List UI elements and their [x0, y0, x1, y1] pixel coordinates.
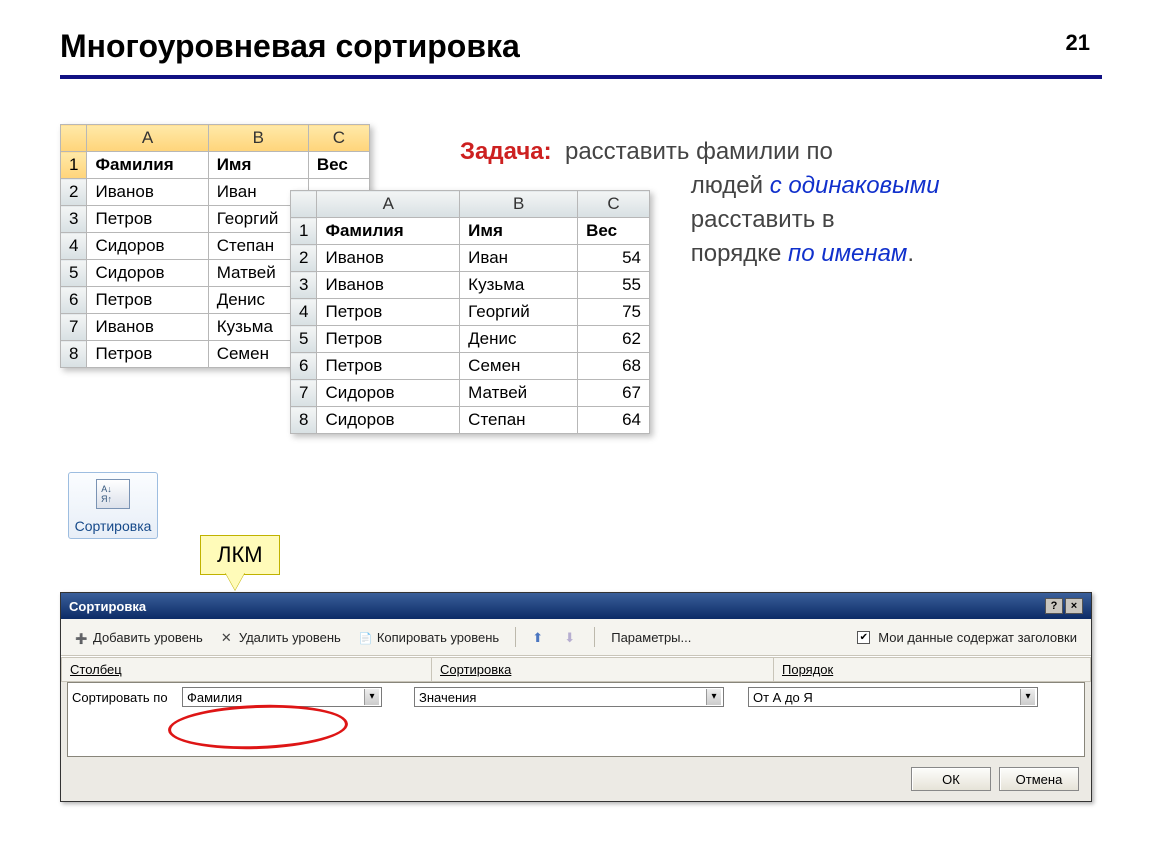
- dialog-titlebar[interactable]: Сортировка ? ×: [61, 593, 1091, 619]
- headers-check-label: Мои данные содержат заголовки: [878, 630, 1077, 645]
- lkm-callout: ЛКМ: [200, 535, 280, 575]
- copy-level-label: Копировать уровень: [377, 630, 499, 645]
- table-row: 8СидоровСтепан64: [291, 407, 650, 434]
- task-line4: порядке: [691, 240, 782, 267]
- toolbar-separator: [594, 627, 595, 647]
- sort-dialog: Сортировка ? × Добавить уровень Удалить …: [60, 592, 1092, 802]
- toolbar-separator: [515, 627, 516, 647]
- hdr-lastname: Фамилия: [87, 152, 208, 179]
- dialog-footer: ОК Отмена: [61, 757, 1091, 801]
- plus-icon: [75, 630, 89, 644]
- order-select[interactable]: От А до Я: [748, 687, 1038, 707]
- add-level-button[interactable]: Добавить уровень: [69, 628, 209, 647]
- table-row: 4ПетровГеоргий75: [291, 299, 650, 326]
- task-line2a: людей: [691, 172, 763, 199]
- col-a: A: [317, 191, 460, 218]
- table-row: 6ПетровСемен68: [291, 353, 650, 380]
- task-line1: расставить фамилии по: [565, 138, 833, 165]
- table-row: 5ПетровДенис62: [291, 326, 650, 353]
- grid-col2: Сортировка: [431, 657, 773, 682]
- cancel-button[interactable]: Отмена: [999, 767, 1079, 791]
- hdr-weight: Вес: [578, 218, 650, 245]
- hdr-weight: Вес: [308, 152, 369, 179]
- move-down-button[interactable]: [558, 628, 584, 646]
- task-em1: с одинаковыми: [770, 172, 940, 199]
- params-button[interactable]: Параметры...: [605, 628, 697, 647]
- move-up-button[interactable]: [526, 628, 552, 646]
- column-select-value: Фамилия: [187, 690, 242, 705]
- sort-button[interactable]: Сортировка: [68, 472, 158, 539]
- table-row: 3ИвановКузьма55: [291, 272, 650, 299]
- add-level-label: Добавить уровень: [93, 630, 203, 645]
- table-row: 2ИвановИван54: [291, 245, 650, 272]
- title-rule: [60, 75, 1102, 79]
- order-value: От А до Я: [753, 690, 813, 705]
- table-row: 7СидоровМатвей67: [291, 380, 650, 407]
- ok-button[interactable]: ОК: [911, 767, 991, 791]
- grid-col1: Столбец: [61, 657, 431, 682]
- dialog-toolbar: Добавить уровень Удалить уровень Копиров…: [61, 619, 1091, 656]
- sort-level-row: Сортировать по Фамилия Значения От А до …: [68, 683, 1084, 711]
- task-period: .: [907, 240, 914, 267]
- x-icon: [221, 630, 235, 644]
- headers-check[interactable]: ✔ Мои данные содержат заголовки: [851, 628, 1083, 647]
- sort-by-label: Сортировать по: [72, 690, 182, 705]
- callout-tail: [225, 572, 245, 590]
- copy-level-button[interactable]: Копировать уровень: [353, 628, 505, 647]
- col-c: C: [578, 191, 650, 218]
- slide-title: Многоуровневая сортировка: [60, 28, 1102, 65]
- sort-icon: [96, 479, 130, 509]
- task-em2: по именам: [788, 240, 907, 267]
- sort-button-label: Сортировка: [73, 518, 153, 534]
- sort-on-select[interactable]: Значения: [414, 687, 724, 707]
- copy-icon: [359, 630, 373, 644]
- task-label: Задача:: [460, 138, 552, 165]
- arrow-down-icon: [564, 630, 578, 644]
- col-b: B: [460, 191, 578, 218]
- delete-level-button[interactable]: Удалить уровень: [215, 628, 347, 647]
- arrow-up-icon: [532, 630, 546, 644]
- dialog-grid-body: Сортировать по Фамилия Значения От А до …: [67, 682, 1085, 757]
- hdr-lastname: Фамилия: [317, 218, 460, 245]
- result-table: A B C 1 Фамилия Имя Вес 2ИвановИван54 3И…: [290, 190, 650, 434]
- dialog-grid-header: Столбец Сортировка Порядок: [61, 656, 1091, 682]
- col-b: B: [208, 125, 308, 152]
- task-line3: расставить в: [691, 206, 835, 233]
- col-c: C: [308, 125, 369, 152]
- col-a: A: [87, 125, 208, 152]
- dialog-title: Сортировка: [69, 599, 146, 614]
- column-select[interactable]: Фамилия: [182, 687, 382, 707]
- page-number: 21: [1066, 30, 1090, 56]
- hdr-name: Имя: [460, 218, 578, 245]
- close-button[interactable]: ×: [1065, 598, 1083, 614]
- sort-on-value: Значения: [419, 690, 476, 705]
- grid-col3: Порядок: [773, 657, 1091, 682]
- help-button[interactable]: ?: [1045, 598, 1063, 614]
- checkbox-icon: ✔: [857, 631, 870, 644]
- hdr-name: Имя: [208, 152, 308, 179]
- delete-level-label: Удалить уровень: [239, 630, 341, 645]
